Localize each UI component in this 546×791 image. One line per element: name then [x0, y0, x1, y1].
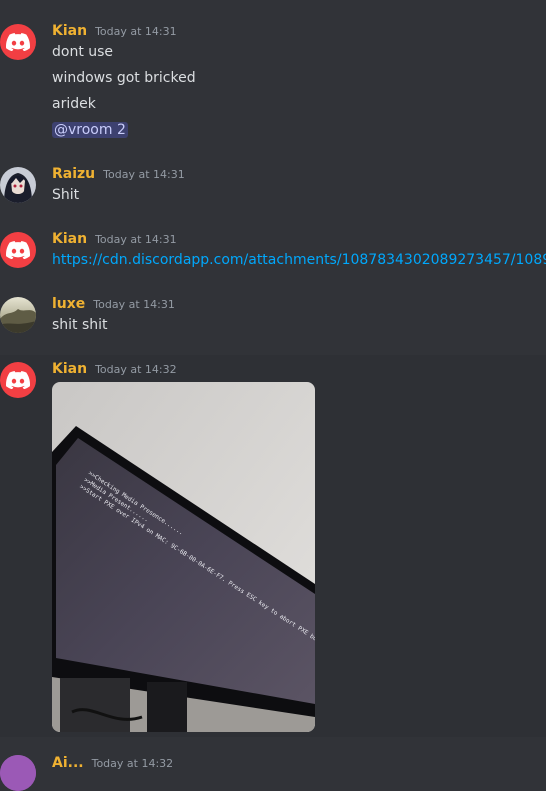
message-text-mention-line: @vroom 2: [52, 122, 128, 138]
user-avatar[interactable]: [0, 167, 36, 203]
username[interactable]: Ai...: [52, 755, 84, 771]
purple-avatar: [0, 755, 36, 791]
attachment-link[interactable]: https://cdn.discordapp.com/attachments/1…: [52, 252, 546, 268]
landscape-avatar: [0, 297, 36, 333]
username[interactable]: Raizu: [52, 166, 95, 182]
user-avatar[interactable]: [0, 755, 36, 791]
username[interactable]: luxe: [52, 296, 85, 312]
timestamp: Today at 14:32: [91, 757, 174, 770]
discord-logo-icon: [6, 371, 30, 389]
user-avatar[interactable]: [0, 297, 36, 333]
discord-logo-icon: [6, 241, 30, 259]
timestamp: Today at 14:31: [103, 168, 185, 181]
monitor-photo: >>Checking Media Presence...... >>Media …: [52, 382, 315, 732]
timestamp: Today at 14:31: [93, 298, 175, 311]
username[interactable]: Kian: [52, 361, 87, 377]
message-text: windows got bricked: [52, 70, 196, 86]
message-text: dont use: [52, 44, 114, 60]
message-text: aridek: [52, 96, 96, 112]
username[interactable]: Kian: [52, 231, 87, 247]
user-avatar[interactable]: [0, 362, 36, 398]
user-avatar[interactable]: [0, 24, 36, 60]
timestamp: Today at 14:31: [95, 25, 177, 38]
user-avatar[interactable]: [0, 232, 36, 268]
user-mention[interactable]: @vroom 2: [52, 122, 128, 138]
discord-logo-icon: [6, 33, 30, 51]
message-text: shit shit: [52, 317, 108, 333]
message-link-line: https://cdn.discordapp.com/attachments/1…: [52, 252, 546, 268]
message-text: Shit: [52, 187, 80, 203]
timestamp: Today at 14:32: [95, 363, 177, 376]
anime-avatar: [0, 167, 36, 203]
timestamp: Today at 14:31: [95, 233, 177, 246]
username[interactable]: Kian: [52, 23, 87, 39]
image-attachment[interactable]: >>Checking Media Presence...... >>Media …: [52, 382, 315, 732]
